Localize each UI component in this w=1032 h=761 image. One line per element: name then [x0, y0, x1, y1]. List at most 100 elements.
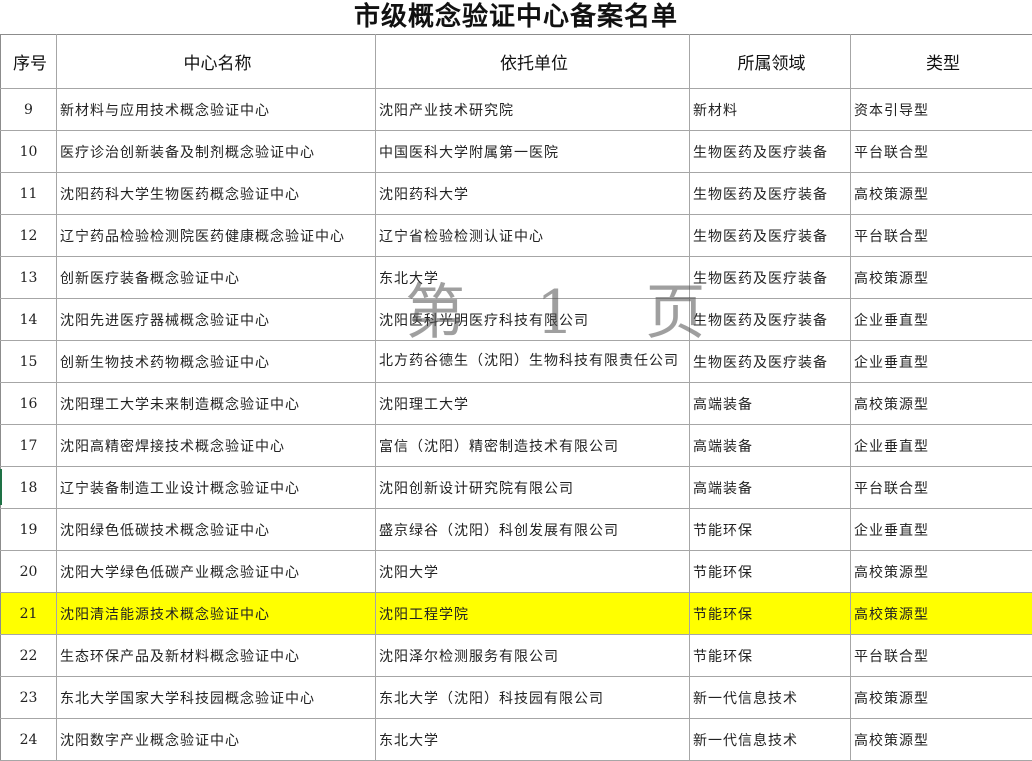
- table-row: 13创新医疗装备概念验证中心东北大学生物医药及医疗装备高校策源型: [1, 257, 1032, 299]
- cell-type[interactable]: 高校策源型: [851, 593, 1032, 635]
- sheet-title[interactable]: 市级概念验证中心备案名单: [0, 0, 1032, 34]
- table-row: 23东北大学国家大学科技园概念验证中心东北大学（沈阳）科技园有限公司新一代信息技…: [1, 677, 1032, 719]
- cell-center-name[interactable]: 沈阳高精密焊接技术概念验证中心: [57, 425, 376, 467]
- cell-seq[interactable]: 23: [1, 677, 57, 719]
- cell-field[interactable]: 节能环保: [690, 509, 851, 551]
- cell-type[interactable]: 企业垂直型: [851, 425, 1032, 467]
- spreadsheet-view: 市级概念验证中心备案名单 序号 中心名称 依托单位 所属领域 类型 9新材料与应…: [0, 0, 1032, 759]
- cell-type[interactable]: 平台联合型: [851, 131, 1032, 173]
- cell-type[interactable]: 平台联合型: [851, 467, 1032, 509]
- cell-host-org[interactable]: 富信（沈阳）精密制造技术有限公司: [376, 425, 690, 467]
- header-type[interactable]: 类型: [851, 35, 1032, 89]
- cell-seq[interactable]: 24: [1, 719, 57, 761]
- cell-type[interactable]: 高校策源型: [851, 257, 1032, 299]
- cell-center-name[interactable]: 沈阳理工大学未来制造概念验证中心: [57, 383, 376, 425]
- cell-host-org[interactable]: 沈阳大学: [376, 551, 690, 593]
- cell-type[interactable]: 企业垂直型: [851, 509, 1032, 551]
- cell-seq[interactable]: 19: [1, 509, 57, 551]
- table-row: 9新材料与应用技术概念验证中心沈阳产业技术研究院新材料资本引导型: [1, 89, 1032, 131]
- cell-seq[interactable]: 18: [1, 467, 57, 509]
- cell-type[interactable]: 高校策源型: [851, 383, 1032, 425]
- header-row: 序号 中心名称 依托单位 所属领域 类型: [1, 35, 1032, 89]
- cell-host-org[interactable]: 东北大学: [376, 257, 690, 299]
- cell-host-org[interactable]: 东北大学: [376, 719, 690, 761]
- cell-host-org[interactable]: 沈阳医科光明医疗科技有限公司: [376, 299, 690, 341]
- cell-host-org[interactable]: 沈阳药科大学: [376, 173, 690, 215]
- cell-type[interactable]: 高校策源型: [851, 677, 1032, 719]
- cell-host-org[interactable]: 中国医科大学附属第一医院: [376, 131, 690, 173]
- cell-type[interactable]: 平台联合型: [851, 635, 1032, 677]
- active-row-marker: [0, 469, 2, 505]
- cell-seq[interactable]: 17: [1, 425, 57, 467]
- cell-host-org[interactable]: 盛京绿谷（沈阳）科创发展有限公司: [376, 509, 690, 551]
- cell-type[interactable]: 平台联合型: [851, 215, 1032, 257]
- header-host-org[interactable]: 依托单位: [376, 35, 690, 89]
- cell-host-org[interactable]: 沈阳泽尔检测服务有限公司: [376, 635, 690, 677]
- filing-list-table: 序号 中心名称 依托单位 所属领域 类型 9新材料与应用技术概念验证中心沈阳产业…: [0, 34, 1032, 761]
- cell-field[interactable]: 节能环保: [690, 551, 851, 593]
- cell-seq[interactable]: 14: [1, 299, 57, 341]
- cell-seq[interactable]: 12: [1, 215, 57, 257]
- cell-center-name[interactable]: 沈阳先进医疗器械概念验证中心: [57, 299, 376, 341]
- cell-center-name[interactable]: 沈阳大学绿色低碳产业概念验证中心: [57, 551, 376, 593]
- header-center-name[interactable]: 中心名称: [57, 35, 376, 89]
- cell-seq[interactable]: 21: [1, 593, 57, 635]
- cell-field[interactable]: 生物医药及医疗装备: [690, 173, 851, 215]
- cell-field[interactable]: 高端装备: [690, 383, 851, 425]
- cell-field[interactable]: 高端装备: [690, 425, 851, 467]
- cell-field[interactable]: 生物医药及医疗装备: [690, 341, 851, 383]
- cell-host-org[interactable]: 东北大学（沈阳）科技园有限公司: [376, 677, 690, 719]
- cell-seq[interactable]: 10: [1, 131, 57, 173]
- cell-host-org[interactable]: 沈阳工程学院: [376, 593, 690, 635]
- cell-center-name[interactable]: 创新医疗装备概念验证中心: [57, 257, 376, 299]
- cell-center-name[interactable]: 沈阳数字产业概念验证中心: [57, 719, 376, 761]
- cell-center-name[interactable]: 生态环保产品及新材料概念验证中心: [57, 635, 376, 677]
- table-row: 22生态环保产品及新材料概念验证中心沈阳泽尔检测服务有限公司节能环保平台联合型: [1, 635, 1032, 677]
- cell-field[interactable]: 新材料: [690, 89, 851, 131]
- cell-seq[interactable]: 13: [1, 257, 57, 299]
- cell-type[interactable]: 高校策源型: [851, 719, 1032, 761]
- cell-type[interactable]: 企业垂直型: [851, 299, 1032, 341]
- cell-field[interactable]: 生物医药及医疗装备: [690, 215, 851, 257]
- cell-seq[interactable]: 16: [1, 383, 57, 425]
- cell-field[interactable]: 生物医药及医疗装备: [690, 257, 851, 299]
- cell-type[interactable]: 高校策源型: [851, 173, 1032, 215]
- cell-host-org[interactable]: 沈阳理工大学: [376, 383, 690, 425]
- cell-seq[interactable]: 15: [1, 341, 57, 383]
- cell-host-org[interactable]: 沈阳产业技术研究院: [376, 89, 690, 131]
- table-row: 19沈阳绿色低碳技术概念验证中心盛京绿谷（沈阳）科创发展有限公司节能环保企业垂直…: [1, 509, 1032, 551]
- table-row: 11沈阳药科大学生物医药概念验证中心沈阳药科大学生物医药及医疗装备高校策源型: [1, 173, 1032, 215]
- cell-center-name[interactable]: 新材料与应用技术概念验证中心: [57, 89, 376, 131]
- cell-field[interactable]: 生物医药及医疗装备: [690, 131, 851, 173]
- header-seq[interactable]: 序号: [1, 35, 57, 89]
- header-field[interactable]: 所属领域: [690, 35, 851, 89]
- cell-center-name[interactable]: 辽宁装备制造工业设计概念验证中心: [57, 467, 376, 509]
- cell-seq[interactable]: 22: [1, 635, 57, 677]
- cell-host-org[interactable]: 辽宁省检验检测认证中心: [376, 215, 690, 257]
- cell-center-name[interactable]: 东北大学国家大学科技园概念验证中心: [57, 677, 376, 719]
- table-row: 20沈阳大学绿色低碳产业概念验证中心沈阳大学节能环保高校策源型: [1, 551, 1032, 593]
- cell-field[interactable]: 高端装备: [690, 467, 851, 509]
- cell-field[interactable]: 生物医药及医疗装备: [690, 299, 851, 341]
- cell-center-name[interactable]: 沈阳清洁能源技术概念验证中心: [57, 593, 376, 635]
- cell-field[interactable]: 节能环保: [690, 593, 851, 635]
- cell-center-name[interactable]: 辽宁药品检验检测院医药健康概念验证中心: [57, 215, 376, 257]
- cell-type[interactable]: 高校策源型: [851, 551, 1032, 593]
- cell-center-name[interactable]: 医疗诊治创新装备及制剂概念验证中心: [57, 131, 376, 173]
- cell-center-name[interactable]: 沈阳药科大学生物医药概念验证中心: [57, 173, 376, 215]
- cell-seq[interactable]: 9: [1, 89, 57, 131]
- cell-field[interactable]: 新一代信息技术: [690, 719, 851, 761]
- cell-seq[interactable]: 20: [1, 551, 57, 593]
- table-row: 18辽宁装备制造工业设计概念验证中心沈阳创新设计研究院有限公司高端装备平台联合型: [1, 467, 1032, 509]
- cell-center-name[interactable]: 沈阳绿色低碳技术概念验证中心: [57, 509, 376, 551]
- cell-seq[interactable]: 11: [1, 173, 57, 215]
- cell-field[interactable]: 新一代信息技术: [690, 677, 851, 719]
- cell-type[interactable]: 企业垂直型: [851, 341, 1032, 383]
- cell-type[interactable]: 资本引导型: [851, 89, 1032, 131]
- cell-host-org[interactable]: 北方药谷德生（沈阳）生物科技有限责任公司: [376, 341, 690, 383]
- table-row: 21沈阳清洁能源技术概念验证中心沈阳工程学院节能环保高校策源型: [1, 593, 1032, 635]
- cell-host-org[interactable]: 沈阳创新设计研究院有限公司: [376, 467, 690, 509]
- cell-center-name[interactable]: 创新生物技术药物概念验证中心: [57, 341, 376, 383]
- cell-field[interactable]: 节能环保: [690, 635, 851, 677]
- table-row: 10医疗诊治创新装备及制剂概念验证中心中国医科大学附属第一医院生物医药及医疗装备…: [1, 131, 1032, 173]
